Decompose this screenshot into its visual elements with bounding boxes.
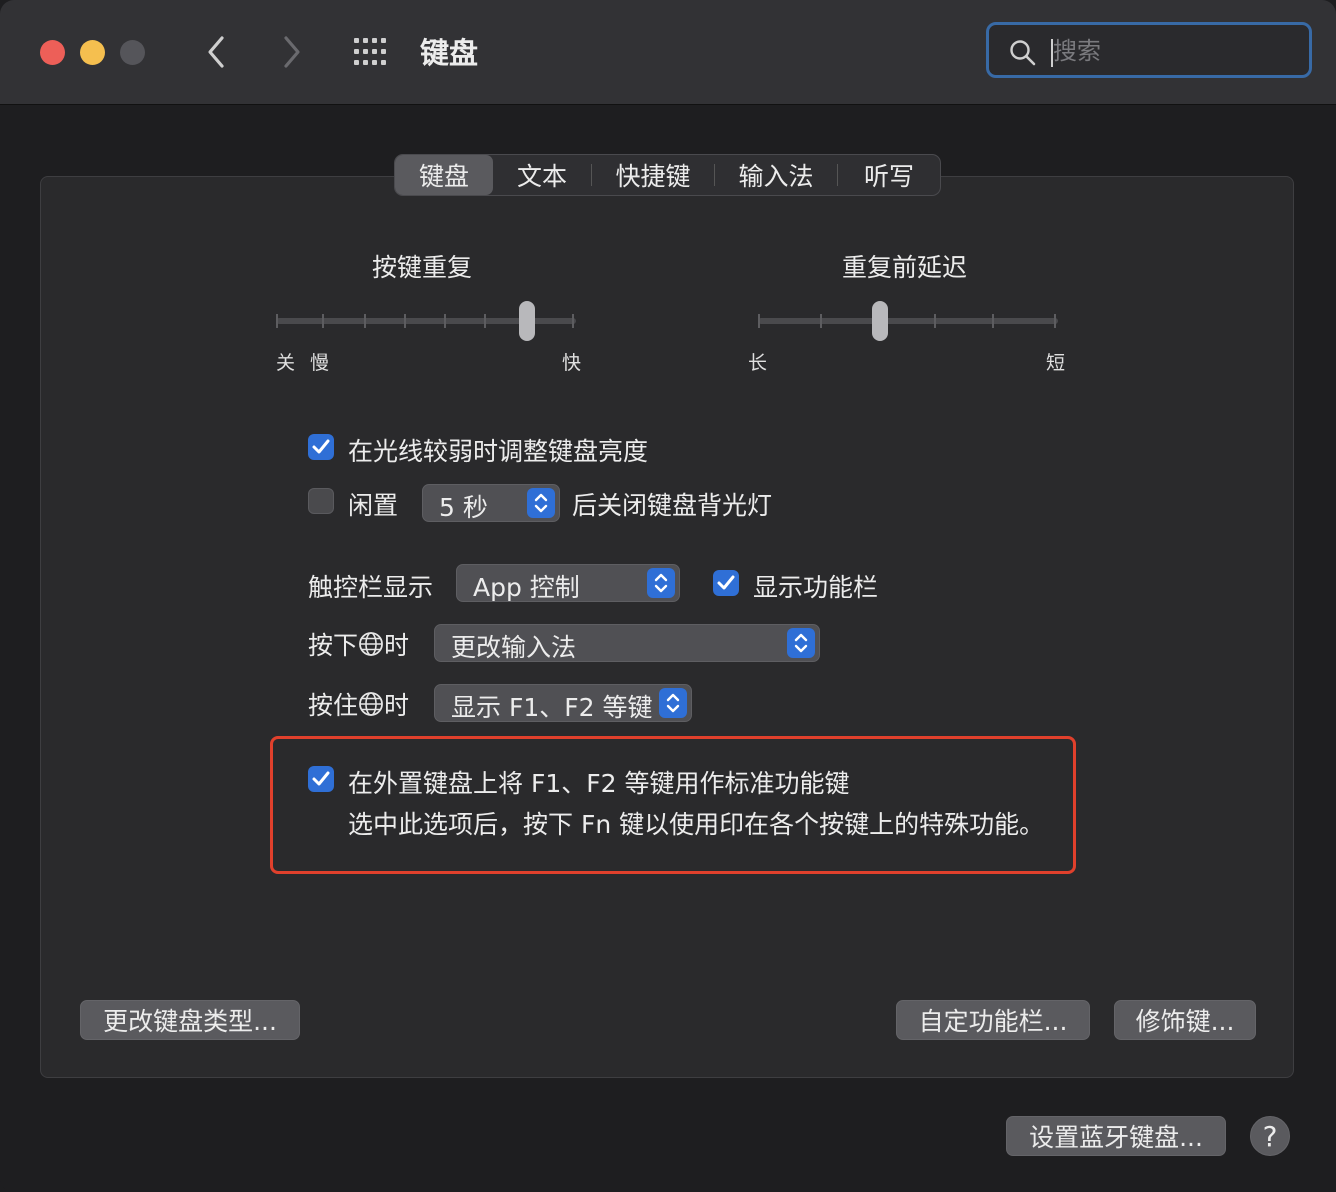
- use-fn-keys-checkbox[interactable]: [308, 766, 334, 792]
- tab-keyboard[interactable]: 键盘: [395, 155, 493, 195]
- chevron-right-icon: [284, 36, 300, 68]
- slider-tick: [758, 314, 760, 328]
- minimize-button[interactable]: [80, 40, 105, 65]
- keyboard-preferences-window: 键盘 键盘 文本 快捷键 输入法 听写 按键重复 关 慢 快: [0, 0, 1336, 1192]
- slider-tick: [820, 314, 822, 328]
- slider-tick: [1054, 314, 1056, 328]
- slider-tick: [364, 314, 366, 328]
- key-repeat-label: 按键重复: [372, 253, 473, 282]
- close-button[interactable]: [40, 40, 65, 65]
- setup-bluetooth-keyboard-button[interactable]: 设置蓝牙键盘...: [1006, 1116, 1226, 1156]
- forward-button[interactable]: [272, 30, 312, 74]
- window-title: 键盘: [420, 36, 479, 70]
- idle-duration-popup[interactable]: 5 秒: [422, 484, 560, 522]
- show-all-button[interactable]: [352, 36, 392, 68]
- press-globe-label: 按下时: [308, 626, 409, 662]
- slider-tick: [444, 314, 446, 328]
- slider-tick: [484, 314, 486, 328]
- adjust-brightness-checkbox[interactable]: [308, 434, 334, 460]
- popup-arrows-icon: [659, 688, 687, 718]
- use-fn-keys-label: 在外置键盘上将 F1、F2 等键用作标准功能键: [348, 769, 850, 798]
- tab-dictation[interactable]: 听写: [838, 155, 940, 195]
- show-fn-strip-checkbox[interactable]: [713, 570, 739, 596]
- show-fn-strip-label: 显示功能栏: [753, 573, 879, 602]
- zoom-button[interactable]: [120, 40, 145, 65]
- press-globe-label-post: 时: [384, 631, 410, 660]
- popup-arrows-icon: [527, 488, 555, 518]
- checkmark-icon: [312, 439, 330, 454]
- checkmark-icon: [312, 771, 330, 786]
- use-fn-keys-description: 选中此选项后，按下 Fn 键以使用印在各个按键上的特殊功能。: [348, 810, 1045, 839]
- repeat-delay-long-label: 长: [748, 352, 768, 374]
- repeat-delay-label: 重复前延迟: [842, 253, 968, 282]
- hold-globe-label-post: 时: [384, 691, 410, 720]
- idle-duration-value: 5 秒: [439, 493, 488, 522]
- tab-shortcuts[interactable]: 快捷键: [592, 155, 714, 195]
- slider-tick: [934, 314, 936, 328]
- tab-input-sources[interactable]: 输入法: [715, 155, 837, 195]
- slider-tick: [404, 314, 406, 328]
- title-bar: 键盘: [0, 0, 1336, 105]
- touchbar-value: App 控制: [473, 573, 580, 602]
- idle-suffix-label: 后关闭键盘背光灯: [572, 491, 773, 520]
- idle-backlight-checkbox[interactable]: [308, 488, 334, 514]
- slider-knob[interactable]: [519, 301, 535, 341]
- adjust-brightness-label: 在光线较弱时调整键盘亮度: [348, 437, 649, 466]
- change-keyboard-type-button[interactable]: 更改键盘类型...: [80, 1000, 300, 1040]
- globe-icon: [359, 692, 383, 716]
- tab-text[interactable]: 文本: [493, 155, 591, 195]
- hold-globe-popup[interactable]: 显示 F1、F2 等键: [434, 684, 692, 722]
- chevron-left-icon: [208, 36, 224, 68]
- slider-track: [758, 318, 1058, 324]
- popup-arrows-icon: [787, 628, 815, 658]
- back-button[interactable]: [196, 30, 236, 74]
- globe-icon: [359, 632, 383, 656]
- slider-tick: [322, 314, 324, 328]
- slider-tick: [992, 314, 994, 328]
- hold-globe-label: 按住时: [308, 686, 409, 722]
- modifier-keys-button[interactable]: 修饰键...: [1114, 1000, 1256, 1040]
- grid-icon: [354, 38, 386, 65]
- help-button[interactable]: ?: [1250, 1116, 1290, 1156]
- popup-arrows-icon: [647, 568, 675, 598]
- press-globe-value: 更改输入法: [451, 633, 577, 662]
- search-icon: [1010, 40, 1036, 66]
- checkmark-icon: [717, 575, 735, 590]
- slider-knob[interactable]: [872, 301, 888, 341]
- touchbar-label: 触控栏显示: [308, 573, 434, 602]
- slider-tick: [276, 314, 278, 328]
- key-repeat-slow-label: 慢: [310, 352, 330, 374]
- press-globe-label-pre: 按下: [308, 631, 359, 660]
- repeat-delay-short-label: 短: [1046, 352, 1066, 374]
- key-repeat-fast-label: 快: [562, 352, 582, 374]
- customize-touchbar-button[interactable]: 自定功能栏...: [896, 1000, 1090, 1040]
- slider-tick: [572, 314, 574, 328]
- press-globe-popup[interactable]: 更改输入法: [434, 624, 820, 662]
- idle-label: 闲置: [348, 491, 399, 520]
- search-input[interactable]: [1051, 35, 1295, 67]
- touchbar-popup[interactable]: App 控制: [456, 564, 680, 602]
- hold-globe-value: 显示 F1、F2 等键: [451, 693, 653, 722]
- hold-globe-label-pre: 按住: [308, 691, 359, 720]
- search-field[interactable]: [986, 22, 1312, 78]
- key-repeat-off-label: 关: [276, 352, 296, 374]
- tab-bar: 键盘 文本 快捷键 输入法 听写: [394, 154, 941, 196]
